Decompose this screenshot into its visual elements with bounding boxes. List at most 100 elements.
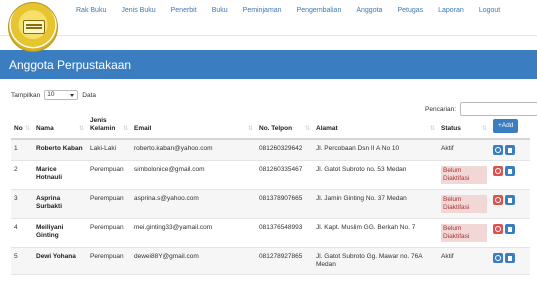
delete-button[interactable]	[505, 145, 515, 155]
cell-nama: Roberto Kaban	[33, 139, 87, 161]
cell-jenis-kelamin: Perempuan	[87, 160, 131, 190]
page-title: Anggota Perpustakaan	[9, 58, 132, 72]
col-action: +Add	[490, 114, 530, 140]
nav-laporan[interactable]: Laporan	[438, 7, 464, 14]
sort-icon: ⇅	[24, 126, 30, 132]
cell-nama: Dewi Yohana	[33, 247, 87, 275]
cell-jenis-kelamin: Perempuan	[87, 189, 131, 219]
col-no[interactable]: No ⇅	[11, 114, 33, 140]
cell-no: 4	[11, 218, 33, 248]
cell-jenis-kelamin: Laki-Laki	[87, 139, 131, 161]
ban-icon	[495, 168, 501, 174]
nav-jenis-buku[interactable]: Jenis Buku	[121, 7, 155, 14]
activate-button[interactable]	[493, 224, 503, 234]
cell-actions	[490, 160, 530, 190]
sort-icon: ⇅	[429, 126, 435, 132]
status-badge: Aktif	[441, 145, 454, 152]
cell-jenis-kelamin: Perempuan	[87, 218, 131, 248]
trash-icon	[508, 169, 512, 174]
status-badge: Belum Diaktifasi	[441, 195, 487, 213]
page-length-value: 10	[47, 91, 55, 98]
delete-button[interactable]	[505, 195, 515, 205]
cell-telpon: 081376548993	[256, 218, 313, 248]
cell-email: asprina.s@yahoo.com	[131, 189, 256, 219]
col-nama[interactable]: Nama ⇅	[33, 114, 87, 140]
show-suffix: Data	[82, 91, 96, 99]
cell-no: 1	[11, 139, 33, 161]
nav-buku[interactable]: Buku	[212, 7, 228, 14]
sort-icon: ⇅	[304, 126, 310, 132]
activate-button[interactable]	[493, 195, 503, 205]
cell-telpon: 081378907665	[256, 189, 313, 219]
col-status[interactable]: Status ⇅	[438, 114, 490, 140]
cell-telpon: 081260335467	[256, 160, 313, 190]
book-seal-icon	[23, 20, 45, 34]
delete-button[interactable]	[505, 253, 515, 263]
cell-alamat: Jl. Kapt. Muslim GG. Berkah No. 7	[313, 218, 438, 248]
user-edit-icon	[495, 255, 501, 261]
nav-logout[interactable]: Logout	[479, 7, 500, 14]
table-header-row: No ⇅ Nama ⇅ Jenis Kelamin ⇅ Email ⇅ No. Telp…	[11, 114, 530, 140]
nav-rak-buku[interactable]: Rak Buku	[76, 7, 106, 14]
col-jenis-kelamin[interactable]: Jenis Kelamin ⇅	[87, 114, 131, 140]
nav-peminjaman[interactable]: Peminjaman	[243, 7, 282, 14]
delete-button[interactable]	[505, 166, 515, 176]
table-row: 3 Asprina Surbakti Perempuan asprina.s@yaho…	[11, 189, 530, 219]
cell-status: Belum Diaktifasi	[438, 160, 490, 190]
table-row: 1 Roberto Kaban Laki-Laki roberto.kaban@yah…	[11, 139, 530, 161]
show-label: Tampilkan	[11, 91, 41, 99]
cell-no: 5	[11, 247, 33, 275]
cell-status: Belum Diaktifasi	[438, 218, 490, 248]
caret-down-icon	[70, 94, 75, 97]
activate-button[interactable]	[493, 166, 503, 176]
cell-nama: Marice Hotnauli	[33, 160, 87, 190]
edit-button[interactable]	[493, 253, 503, 263]
trash-icon	[508, 256, 512, 261]
library-logo[interactable]	[8, 2, 58, 52]
cell-status: Aktif	[438, 139, 490, 161]
cell-no: 2	[11, 160, 33, 190]
status-badge: Belum Diaktifasi	[441, 224, 487, 242]
cell-actions	[490, 218, 530, 248]
cell-alamat: Jl. Jamin Ginting No. 37 Medan	[313, 189, 438, 219]
delete-button[interactable]	[505, 224, 515, 234]
user-edit-icon	[495, 147, 501, 153]
table-row: 5 Dewi Yohana Perempuan dewei88Y@gmail.com 0…	[11, 247, 530, 275]
trash-icon	[508, 198, 512, 203]
page-length-select[interactable]: 10	[44, 90, 79, 100]
nav-petugas[interactable]: Petugas	[397, 7, 423, 14]
trash-icon	[508, 227, 512, 232]
nav-anggota[interactable]: Anggota	[356, 7, 382, 14]
cell-status: Aktif	[438, 247, 490, 275]
cell-jenis-kelamin: Perempuan	[87, 247, 131, 275]
sort-icon: ⇅	[122, 126, 128, 132]
cell-nama: Meiliyani Ginting	[33, 218, 87, 248]
col-alamat[interactable]: Alamat ⇅	[313, 114, 438, 140]
cell-no: 3	[11, 189, 33, 219]
status-badge: Aktif	[441, 253, 454, 260]
cell-email: roberto.kaban@yahoo.com	[131, 139, 256, 161]
status-badge: Belum Diaktifasi	[441, 166, 487, 184]
trash-icon	[508, 148, 512, 153]
col-telpon[interactable]: No. Telpon ⇅	[256, 114, 313, 140]
search-label: Pencarian:	[425, 105, 457, 113]
cell-email: mei.ginting33@yamail.com	[131, 218, 256, 248]
add-member-button[interactable]: +Add	[493, 119, 519, 133]
page-header: Anggota Perpustakaan	[0, 50, 537, 79]
members-table: No ⇅ Nama ⇅ Jenis Kelamin ⇅ Email ⇅ No. Telp…	[11, 114, 530, 275]
main-nav: Rak Buku Jenis Buku Penerbit Buku Peminj…	[76, 7, 515, 14]
table-row: 4 Meiliyani Ginting Perempuan mei.ginting33…	[11, 218, 530, 248]
col-email[interactable]: Email ⇅	[131, 114, 256, 140]
page-length-control: Tampilkan 10 Data	[11, 90, 96, 100]
ban-icon	[495, 226, 501, 232]
edit-button[interactable]	[493, 145, 503, 155]
nav-penerbit[interactable]: Penerbit	[171, 7, 197, 14]
nav-pengembalian[interactable]: Pengembalian	[297, 7, 342, 14]
cell-alamat: Jl. Percobaan Dsn II A No 10	[313, 139, 438, 161]
sort-icon: ⇅	[481, 126, 487, 132]
sort-icon: ⇅	[247, 126, 253, 132]
cell-status: Belum Diaktifasi	[438, 189, 490, 219]
cell-actions	[490, 189, 530, 219]
ban-icon	[495, 197, 501, 203]
cell-email: dewei88Y@gmail.com	[131, 247, 256, 275]
